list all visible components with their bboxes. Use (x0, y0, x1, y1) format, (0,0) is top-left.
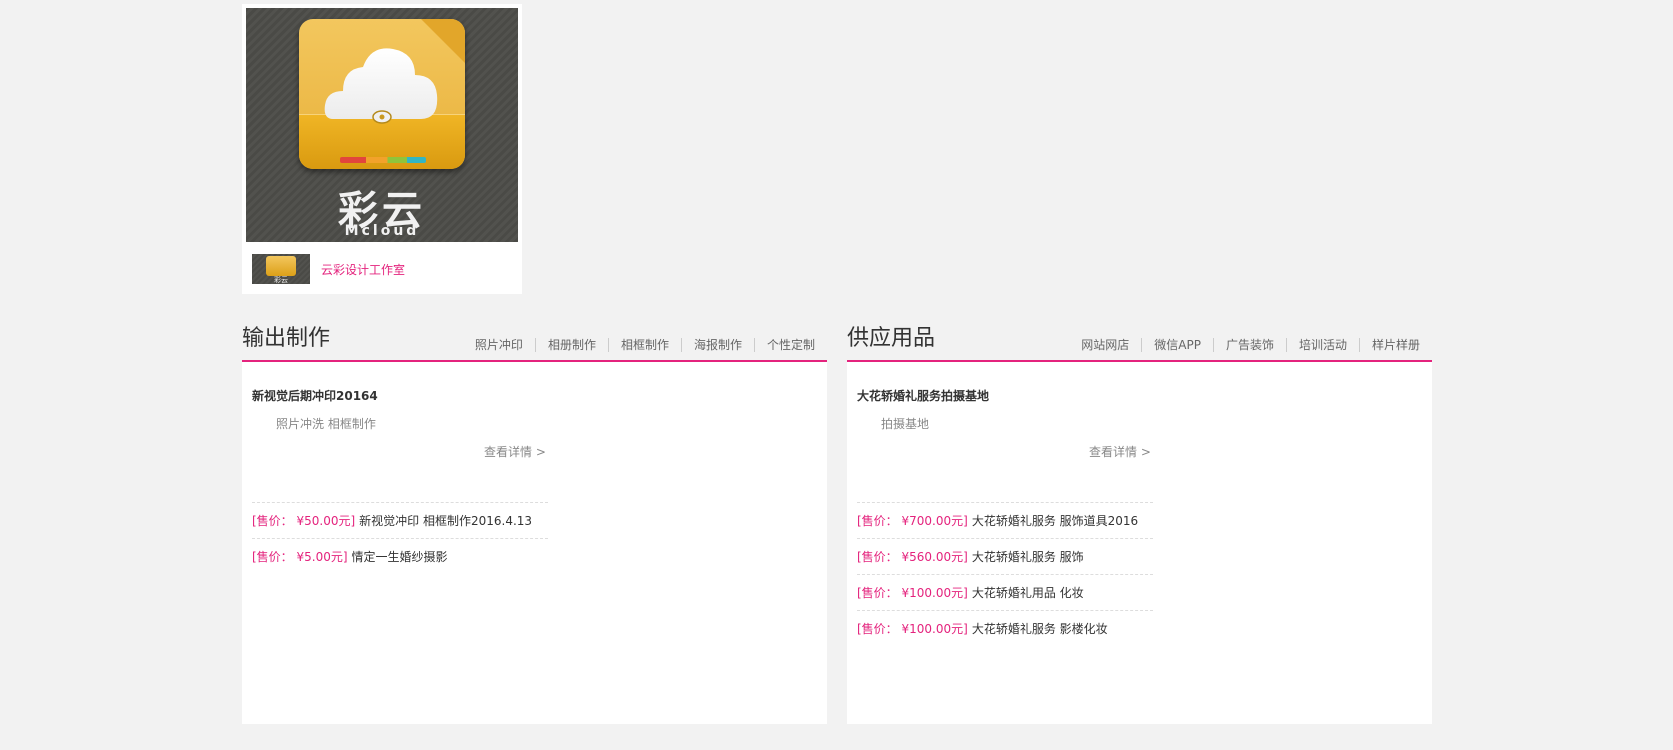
shop-name-link[interactable]: 云彩设计工作室 (321, 261, 405, 278)
section-nav: 网站网店 微信APP 广告装饰 培训活动 样片样册 (1069, 336, 1420, 353)
section-nav: 照片冲印 相册制作 相框制作 海报制作 个性定制 (463, 336, 815, 353)
cloud-icon (324, 48, 438, 124)
product-list: [售价： ¥50.00元] 新视觉冲印 相框制作2016.4.13 [售价： ¥5… (252, 502, 548, 574)
product-item[interactable]: [售价： ¥100.00元] 大花轿婚礼服务 影楼化妆 (857, 610, 1153, 646)
product-item[interactable]: [售价： ¥50.00元] 新视觉冲印 相框制作2016.4.13 (252, 502, 548, 538)
feature-title[interactable]: 大花轿婚礼服务拍摄基地 (857, 387, 989, 404)
product-name: 大花轿婚礼服务 服饰 (971, 550, 1084, 564)
thumbnail-text: 彩云 (274, 276, 288, 284)
section-body: 大花轿婚礼服务拍摄基地 拍摄基地 查看详情 > [售价： ¥700.00元] 大花… (847, 362, 1432, 724)
nav-link-frame[interactable]: 相框制作 (609, 336, 681, 353)
nav-link-web-shop[interactable]: 网站网店 (1069, 336, 1141, 353)
product-name: 大花轿婚礼服务 影楼化妆 (971, 622, 1108, 636)
section-body: 新视觉后期冲印20164 照片冲洗 相框制作 查看详情 > [售价： ¥50.0… (242, 362, 827, 724)
view-details-link[interactable]: 查看详情 > (1089, 443, 1151, 460)
nav-link-album[interactable]: 相册制作 (536, 336, 608, 353)
feature-tags: 拍摄基地 (881, 417, 930, 431)
product-item[interactable]: [售价： ¥100.00元] 大花轿婚礼用品 化妆 (857, 574, 1153, 610)
product-price: [售价： ¥5.00元] (252, 550, 348, 564)
product-item[interactable]: [售价： ¥5.00元] 情定一生婚纱摄影 (252, 538, 548, 574)
logo-subtitle: Mcloud (344, 223, 420, 239)
section-title: 输出制作 (242, 326, 331, 351)
product-price: [售价： ¥50.00元] (252, 514, 356, 528)
nav-link-training[interactable]: 培训活动 (1287, 336, 1359, 353)
nav-link-sample-album[interactable]: 样片样册 (1360, 336, 1420, 353)
feature-tags: 照片冲洗 相框制作 (276, 417, 376, 431)
nav-link-wechat-app[interactable]: 微信APP (1142, 336, 1213, 353)
product-item[interactable]: [售价： ¥700.00元] 大花轿婚礼服务 服饰道具2016 (857, 502, 1153, 538)
view-details-link[interactable]: 查看详情 > (484, 443, 546, 460)
product-price: [售价： ¥700.00元] (857, 514, 968, 528)
product-price: [售价： ¥100.00元] (857, 586, 968, 600)
section-title: 供应用品 (847, 326, 936, 351)
cloud-app-icon (299, 19, 465, 169)
nav-link-photo-print[interactable]: 照片冲印 (463, 336, 535, 353)
product-price: [售价： ¥560.00元] (857, 550, 968, 564)
product-name: 新视觉冲印 相框制作2016.4.13 (359, 514, 533, 528)
product-name: 大花轿婚礼用品 化妆 (971, 586, 1084, 600)
product-price: [售价： ¥100.00元] (857, 622, 968, 636)
product-name: 大花轿婚礼服务 服饰道具2016 (971, 514, 1139, 528)
feature-title[interactable]: 新视觉后期冲印20164 (252, 387, 378, 404)
product-name: 情定一生婚纱摄影 (351, 550, 448, 564)
shop-thumbnail[interactable]: 彩云 (252, 254, 310, 284)
section-output-production: 输出制作 照片冲印 相册制作 相框制作 海报制作 个性定制 新视觉后期冲印201… (242, 323, 827, 724)
nav-link-poster[interactable]: 海报制作 (682, 336, 754, 353)
shop-logo-image[interactable]: 彩云 Mcloud (246, 8, 518, 242)
product-item[interactable]: [售价： ¥560.00元] 大花轿婚礼服务 服饰 (857, 538, 1153, 574)
section-header: 供应用品 网站网店 微信APP 广告装饰 培训活动 样片样册 (847, 323, 1432, 362)
section-supplies: 供应用品 网站网店 微信APP 广告装饰 培训活动 样片样册 大花轿婚礼服务拍摄… (847, 323, 1432, 724)
nav-link-custom[interactable]: 个性定制 (755, 336, 815, 353)
shop-info-row: 彩云 云彩设计工作室 (252, 254, 405, 284)
shop-card: 彩云 Mcloud 彩云 云彩设计工作室 (242, 4, 522, 294)
product-list: [售价： ¥700.00元] 大花轿婚礼服务 服饰道具2016 [售价： ¥560… (857, 502, 1153, 646)
nav-link-ad-decor[interactable]: 广告装饰 (1214, 336, 1286, 353)
section-header: 输出制作 照片冲印 相册制作 相框制作 海报制作 个性定制 (242, 323, 827, 362)
